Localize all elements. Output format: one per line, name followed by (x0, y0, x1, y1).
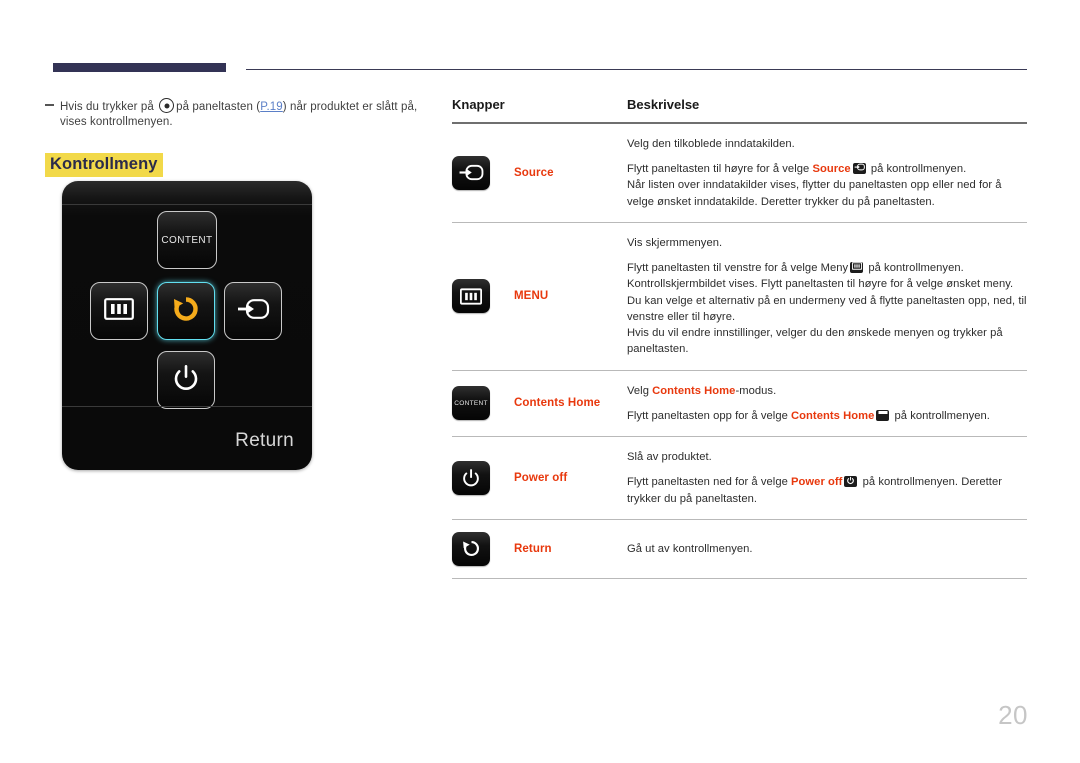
desc-line: Flytt paneltasten ned for å velge Power … (627, 474, 1027, 506)
table-cell-description: Velg den tilkoblede inndatakilden. Flytt… (627, 136, 1027, 210)
table-row: Power off Slå av produktet. Flytt panelt… (452, 437, 1027, 520)
source-icon (452, 155, 490, 190)
desc-line: Velg den tilkoblede inndatakilden. (627, 138, 795, 150)
osd-key-cluster: CONTENT (62, 211, 312, 409)
note-text-mid: på paneltasten ( (176, 101, 261, 113)
power-mini-icon (844, 476, 858, 488)
menu-icon (452, 279, 490, 314)
table-cell-icon (452, 155, 514, 190)
table-header-spacer (514, 97, 627, 112)
source-icon (236, 297, 270, 326)
panel-key-icon (159, 98, 175, 113)
table-header-buttons: Knapper (452, 97, 505, 112)
menu-icon (104, 297, 134, 325)
desc-text: på kontrollmenyen. (867, 163, 967, 176)
osd-top-divider (62, 204, 312, 205)
page-reference-link[interactable]: P.19 (260, 101, 283, 113)
osd-control-menu-illustration: CONTENT Return (62, 181, 312, 470)
power-icon (170, 362, 202, 399)
desc-emphasis: Power off (791, 476, 843, 489)
content-icon: CONTENT (452, 386, 490, 421)
desc-line: Velg Contents Home-modus. (627, 383, 1027, 399)
note-text-before: Hvis du trykker på (60, 101, 154, 113)
table-cell-description: Vis skjermmenyen. Flytt paneltasten til … (627, 235, 1027, 358)
menu-mini-icon (850, 262, 864, 274)
table-cell-name: MENU (514, 290, 549, 303)
table-cell-name: Return (514, 542, 552, 555)
table-cell-icon: CONTENT (452, 386, 514, 421)
desc-emphasis: Source (812, 163, 851, 176)
page-title: Kontrollmeny (45, 152, 163, 177)
desc-line: Slå av produktet. (627, 451, 712, 464)
desc-text: -modus. (735, 384, 777, 397)
table-row: MENU Vis skjermmenyen. Flytt paneltasten… (452, 223, 1027, 371)
return-icon (452, 531, 490, 566)
desc-text: Velg (627, 384, 653, 397)
desc-emphasis: Contents Home (652, 384, 736, 397)
table-cell-icon (452, 279, 514, 314)
desc-line: Flytt paneltasten til venstre for å velg… (627, 260, 1027, 357)
power-icon (452, 460, 490, 495)
osd-footer-label: Return (235, 430, 294, 451)
page-number: 20 (998, 700, 1028, 730)
table-cell-description: Gå ut av kontrollmenyen. (627, 541, 1027, 557)
table-row: Return Gå ut av kontrollmenyen. (452, 520, 1027, 579)
table-cell-icon (452, 460, 514, 495)
desc-text: Hvis du vil endre innstillinger, velger … (627, 327, 1003, 356)
desc-emphasis: Contents Home (791, 409, 875, 422)
table-cell-description: Slå av produktet. Flytt paneltasten ned … (627, 449, 1027, 507)
intro-note: Hvis du trykker på på paneltasten (P.19)… (45, 98, 430, 131)
header-rules (53, 63, 1027, 75)
desc-text: på kontrollmenyen. (891, 409, 990, 422)
table-row: Source Velg den tilkoblede inndatakilden… (452, 124, 1027, 223)
table-header-description: Beskrivelse (627, 97, 700, 112)
content-mini-icon (876, 409, 890, 421)
table-cell-description: Velg Contents Home-modus. Flytt paneltas… (627, 383, 1027, 424)
desc-line: Flytt paneltasten opp for å velge Conten… (627, 408, 1027, 424)
osd-key-menu[interactable] (90, 282, 148, 340)
table-row: CONTENT Contents Home Velg Contents Home… (452, 371, 1027, 438)
desc-text: Flytt paneltasten ned for å velge (627, 476, 792, 489)
osd-key-power[interactable] (157, 351, 215, 409)
header-rule-thick (53, 63, 226, 72)
desc-line: Flytt paneltasten til høyre for å velge … (627, 161, 1027, 210)
osd-key-content[interactable]: CONTENT (157, 211, 217, 269)
table-cell-icon (452, 531, 514, 566)
osd-key-source[interactable] (224, 282, 282, 340)
desc-text: Flytt paneltasten opp for å velge (627, 409, 792, 422)
table-cell-name: Source (514, 166, 554, 179)
content-icon-label: CONTENT (454, 399, 488, 407)
osd-key-return[interactable] (157, 282, 215, 340)
table-cell-name: Contents Home (514, 397, 601, 410)
header-rule-thin (246, 69, 1027, 70)
table-cell-name: Power off (514, 471, 568, 484)
osd-bottom-divider (62, 406, 312, 407)
desc-text: Når listen over inndatakilder vises, fly… (627, 179, 1002, 208)
desc-text: Flytt paneltasten til høyre for å velge (627, 163, 813, 176)
note-dash (45, 104, 54, 106)
buttons-description-table: Knapper Beskrivelse Source Velg den tilk… (452, 97, 1027, 579)
desc-text: på kontrollmenyen. (865, 262, 964, 275)
desc-line: Gå ut av kontrollmenyen. (627, 542, 753, 555)
osd-key-content-label: CONTENT (161, 234, 213, 246)
return-icon (169, 292, 203, 331)
desc-line: Vis skjermmenyen. (627, 236, 723, 249)
source-mini-icon (852, 163, 866, 175)
table-header-row: Knapper Beskrivelse (452, 97, 1027, 122)
desc-text: Flytt paneltasten til venstre for å velg… (627, 262, 849, 275)
desc-text: Kontrollskjermbildet vises. Flytt panelt… (627, 278, 1027, 323)
left-column: Hvis du trykker på på paneltasten (P.19)… (45, 98, 430, 177)
